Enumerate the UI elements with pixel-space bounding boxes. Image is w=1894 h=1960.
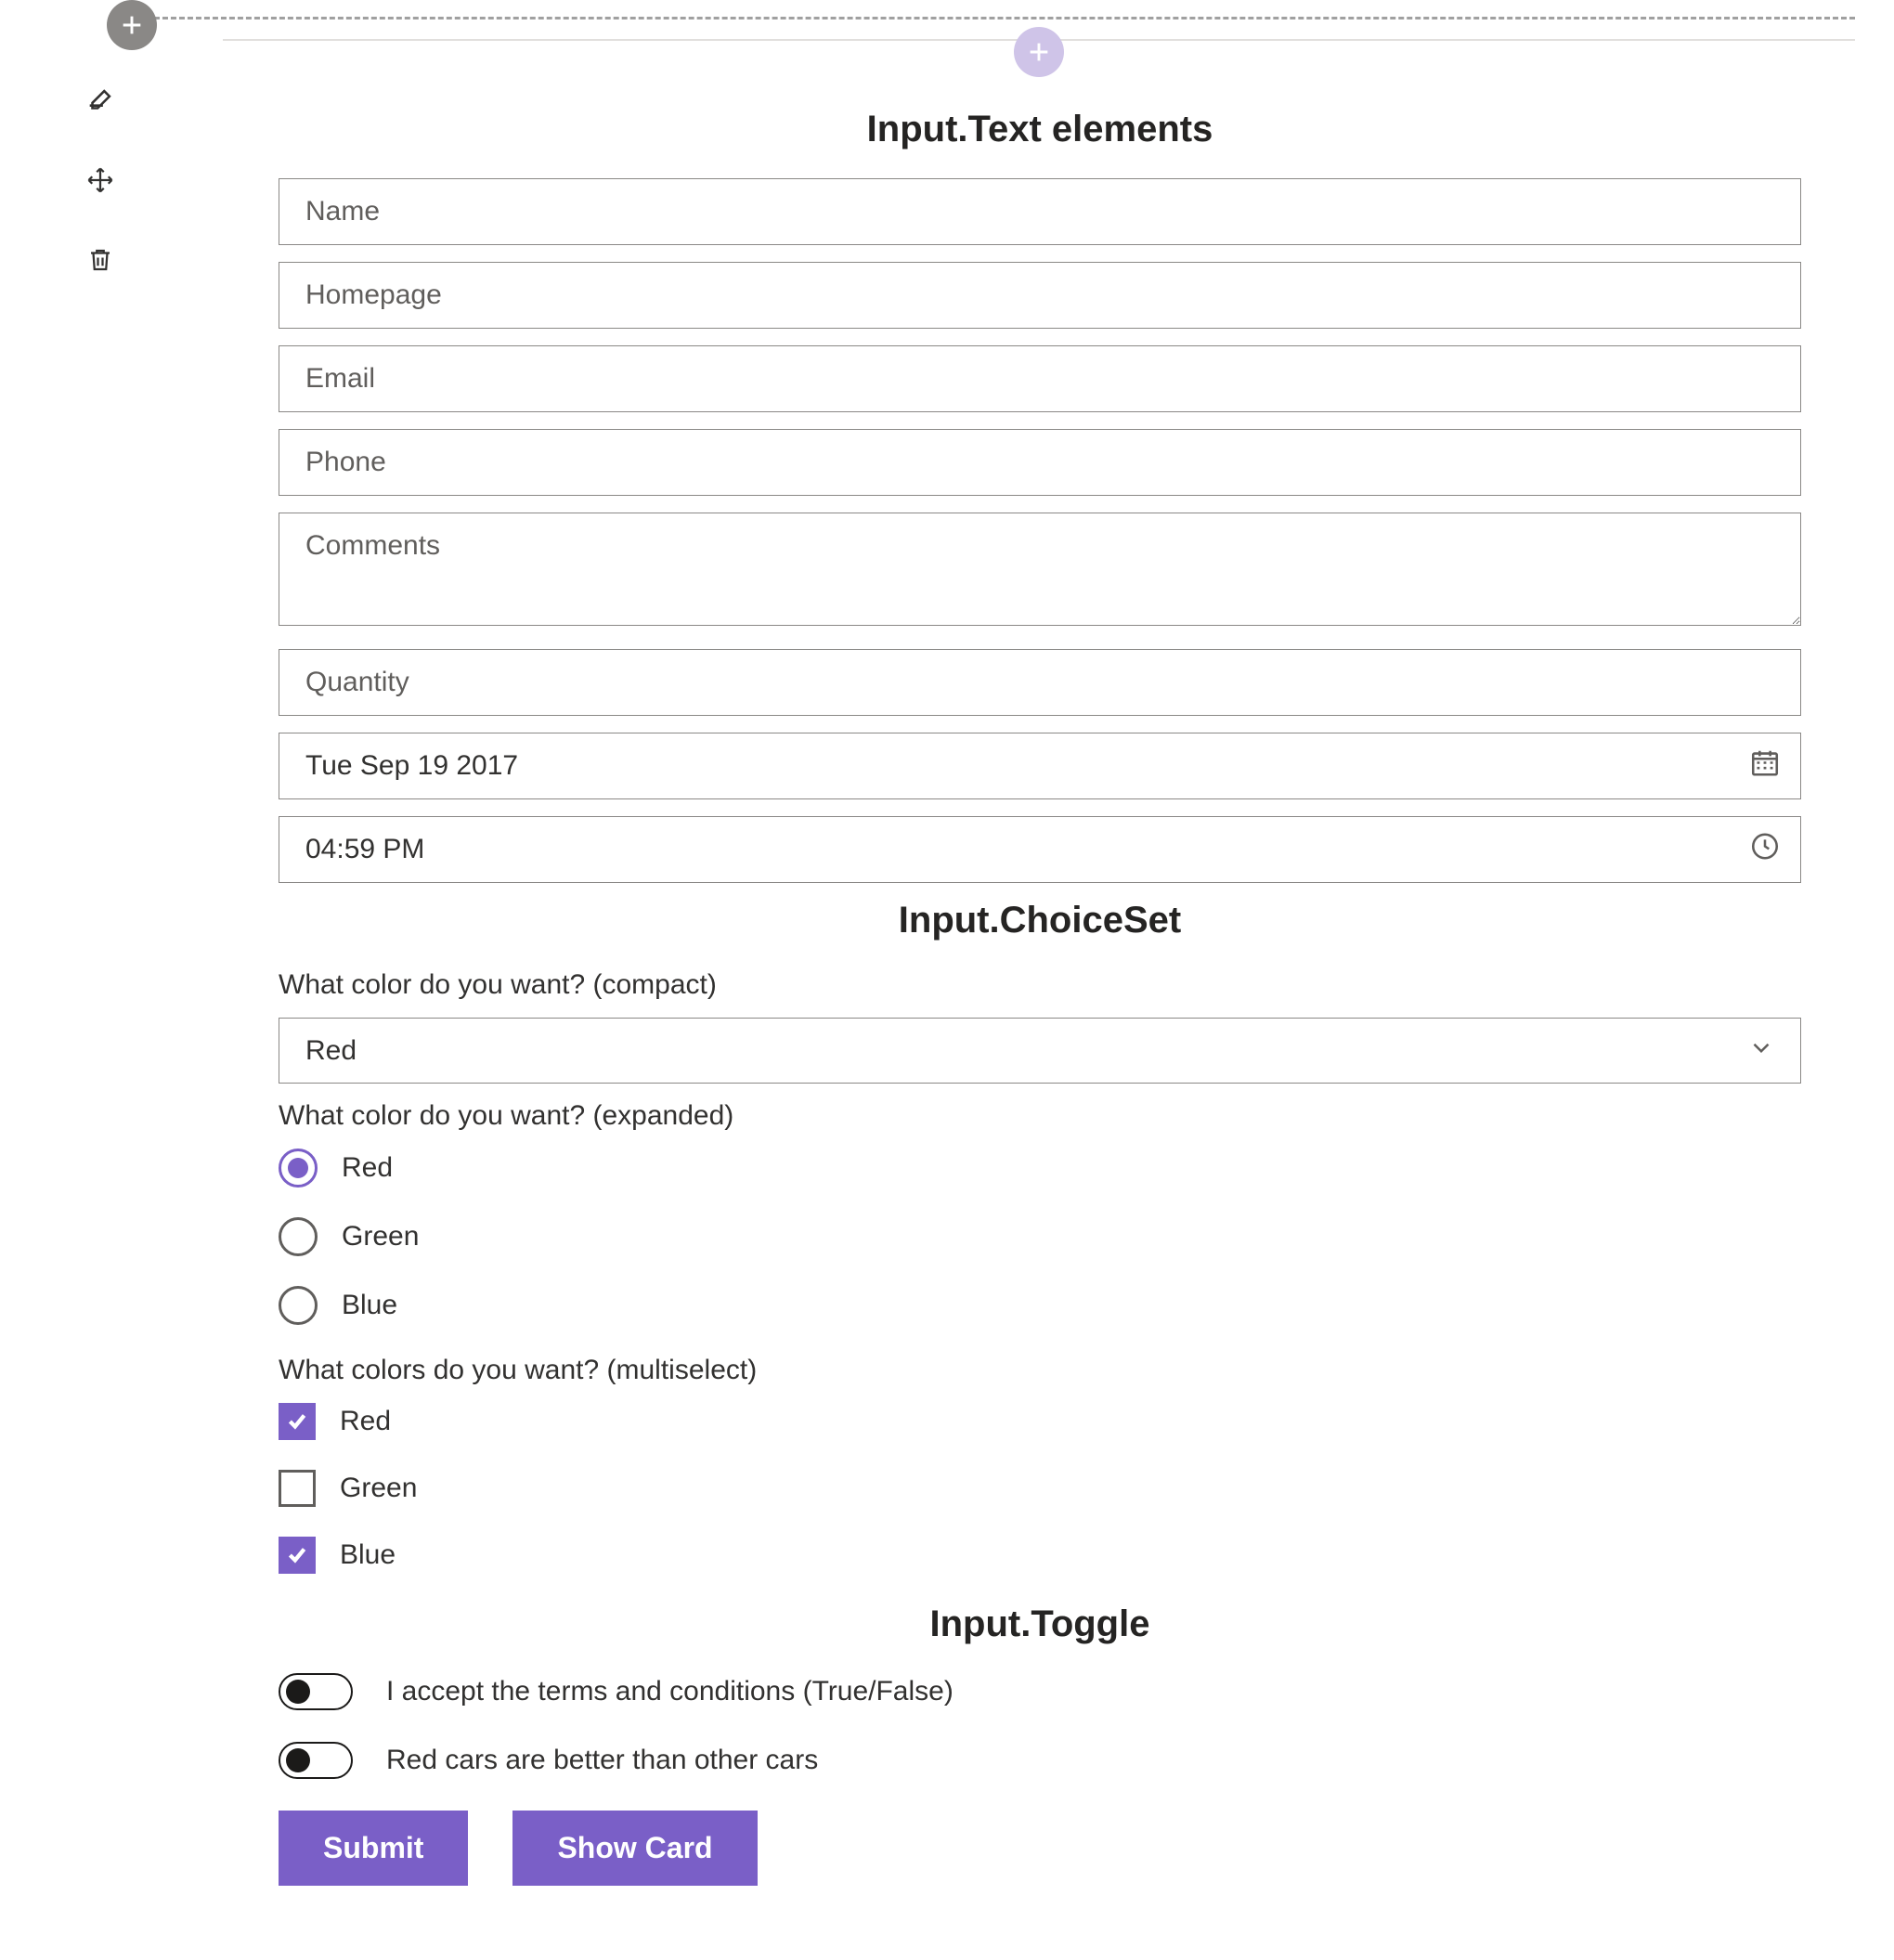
checkbox-red[interactable] [279, 1403, 316, 1440]
radio-label: Red [342, 1152, 393, 1184]
phone-field[interactable] [279, 429, 1801, 496]
compact-choice-select[interactable]: Red [279, 1018, 1801, 1084]
check-icon [285, 1543, 309, 1567]
move-button[interactable] [84, 163, 117, 197]
checkbox-label: Red [340, 1406, 391, 1437]
adaptive-card-preview: Input.Text elements Input.ChoiceSet What… [279, 109, 1801, 1886]
radio-label: Blue [342, 1290, 397, 1321]
checkbox-label: Blue [340, 1539, 396, 1571]
radio-label: Green [342, 1221, 419, 1253]
email-field[interactable] [279, 345, 1801, 412]
add-element-button[interactable] [107, 0, 157, 50]
section-title-toggle: Input.Toggle [279, 1603, 1801, 1645]
homepage-field[interactable] [279, 262, 1801, 329]
quantity-field[interactable] [279, 649, 1801, 716]
toggle-terms[interactable] [279, 1673, 353, 1710]
toggle-knob [286, 1748, 310, 1772]
designer-canvas: Input.Text elements Input.ChoiceSet What… [0, 0, 1894, 1960]
toggle-redcars[interactable] [279, 1742, 353, 1779]
move-icon [86, 166, 114, 194]
section-title-text: Input.Text elements [279, 109, 1801, 150]
section-title-choice: Input.ChoiceSet [279, 900, 1801, 941]
checkbox-blue[interactable] [279, 1537, 316, 1574]
element-toolbar [84, 84, 117, 277]
expanded-choice-prompt: What color do you want? (expanded) [279, 1100, 1801, 1132]
radio-blue[interactable] [279, 1286, 318, 1325]
time-field[interactable] [279, 816, 1801, 883]
show-card-button[interactable]: Show Card [512, 1811, 757, 1886]
radio-green[interactable] [279, 1217, 318, 1256]
submit-button[interactable]: Submit [279, 1811, 468, 1886]
insert-into-card-button[interactable] [1014, 27, 1064, 77]
plus-icon [119, 12, 145, 38]
edit-icon [84, 84, 116, 116]
check-icon [285, 1409, 309, 1434]
checkbox-label: Green [340, 1473, 417, 1504]
trash-icon [86, 244, 114, 276]
multi-choice-prompt: What colors do you want? (multiselect) [279, 1355, 1801, 1386]
clock-icon [1749, 831, 1781, 869]
date-field[interactable] [279, 733, 1801, 799]
toggle-knob [286, 1680, 310, 1704]
toggle-label: Red cars are better than other cars [386, 1745, 818, 1776]
compact-choice-prompt: What color do you want? (compact) [279, 969, 1801, 1001]
calendar-icon [1749, 747, 1781, 785]
delete-button[interactable] [84, 243, 117, 277]
canvas-drop-indicator [121, 17, 1855, 19]
comments-field[interactable] [279, 513, 1801, 626]
radio-red[interactable] [279, 1149, 318, 1188]
plus-icon [1026, 39, 1052, 65]
edit-button[interactable] [84, 84, 117, 117]
toggle-label: I accept the terms and conditions (True/… [386, 1676, 953, 1707]
checkbox-green[interactable] [279, 1470, 316, 1507]
radio-dot [288, 1158, 308, 1178]
name-field[interactable] [279, 178, 1801, 245]
